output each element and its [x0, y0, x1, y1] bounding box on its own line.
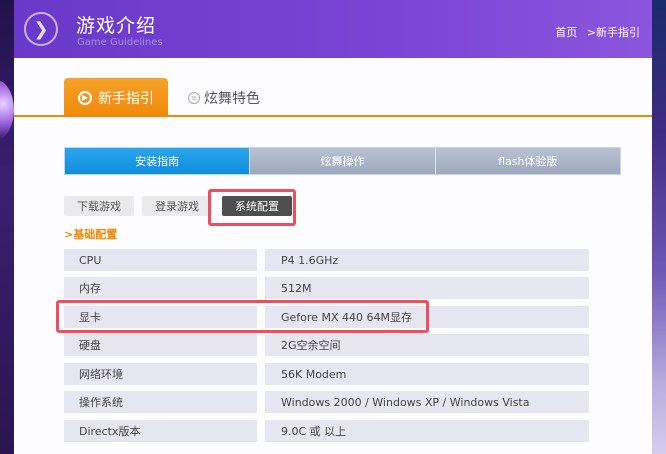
- spec-value: 2G空余空间: [265, 334, 589, 356]
- spec-label: 硬盘: [64, 334, 257, 356]
- tab-dance-features[interactable]: ≡ 炫舞特色: [188, 87, 260, 109]
- spec-row-cpu: CPU P4 1.6GHz: [64, 249, 589, 271]
- page-title: 游戏介绍: [76, 15, 157, 37]
- play-circle-icon: ▶: [78, 90, 92, 105]
- section-title: >基础配置: [64, 228, 118, 241]
- breadcrumb: 首页 >新手指引: [555, 24, 640, 40]
- spec-label: 内存: [64, 277, 257, 299]
- spec-row-os: 操作系统 Windows 2000 / Windows XP / Windows…: [64, 391, 589, 413]
- spec-label: 操作系统: [64, 391, 257, 413]
- sub-navigation: 安装指南 炫舞操作 flash体验版: [64, 147, 621, 175]
- list-circle-icon: ≡: [188, 92, 200, 104]
- subnav-dance-operation[interactable]: 炫舞操作: [249, 148, 435, 174]
- content-panel: ▶ 新手指引 ≡ 炫舞特色 安装指南 炫舞操作 flash体验版 下载游戏 登录…: [14, 58, 652, 454]
- spec-value: 512M: [265, 277, 589, 299]
- chevron-circle-icon: ❯: [24, 12, 58, 46]
- spec-value: Windows 2000 / Windows XP / Windows Vist…: [265, 391, 589, 413]
- tab-label: 新手指引: [98, 90, 154, 107]
- breadcrumb-current: >新手指引: [586, 26, 640, 39]
- spec-row-network: 网络环境 56K Modem: [64, 363, 589, 385]
- spec-label: 网络环境: [64, 363, 257, 385]
- pill-login-game[interactable]: 登录游戏: [142, 196, 212, 216]
- background-left: [0, 0, 14, 454]
- spec-row-directx: Directx版本 9.0C 或 以上: [64, 420, 589, 442]
- breadcrumb-home-link[interactable]: 首页: [555, 24, 577, 40]
- tab-newbie-guide[interactable]: ▶ 新手指引: [64, 78, 168, 117]
- background-right: [652, 0, 666, 454]
- page-subtitle: Game Guidelines: [77, 37, 163, 48]
- page-header: ❯ 游戏介绍 Game Guidelines 首页 >新手指引: [14, 0, 652, 58]
- spec-label: Directx版本: [64, 420, 257, 442]
- subnav-flash-trial[interactable]: flash体验版: [434, 148, 620, 174]
- spec-label: CPU: [64, 249, 257, 271]
- highlight-graphics-row: [56, 300, 429, 333]
- tab-label: 炫舞特色: [204, 91, 260, 107]
- spec-row-memory: 内存 512M: [64, 277, 589, 299]
- subnav-install-guide[interactable]: 安装指南: [65, 148, 250, 174]
- spec-value: 9.0C 或 以上: [265, 420, 589, 442]
- tab-underline: [14, 115, 652, 117]
- highlight-system-config: [208, 189, 296, 226]
- spec-value: 56K Modem: [265, 363, 589, 385]
- spec-row-disk: 硬盘 2G空余空间: [64, 334, 589, 356]
- pill-download-game[interactable]: 下载游戏: [64, 196, 134, 216]
- spec-value: P4 1.6GHz: [265, 249, 589, 271]
